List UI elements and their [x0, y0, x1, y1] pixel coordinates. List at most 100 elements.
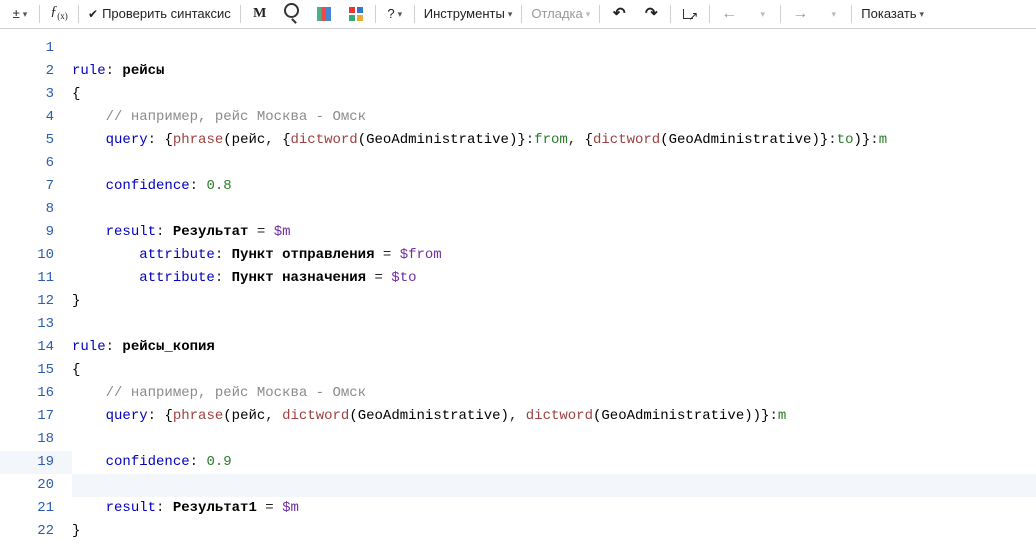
separator [521, 5, 522, 23]
help-button[interactable]: ?▾ [379, 2, 411, 26]
palette2-button[interactable] [340, 2, 372, 26]
number: 0.8 [206, 178, 231, 194]
linespacing-button[interactable]: ±▾ [4, 2, 36, 26]
search-icon [284, 2, 299, 26]
brace: { [72, 362, 80, 378]
separator [240, 5, 241, 23]
show-label: Показать [861, 2, 916, 26]
keyword: confidence [106, 454, 190, 470]
redo-button[interactable]: ↷ [635, 2, 667, 26]
check-syntax-button[interactable]: Проверить синтаксис [82, 2, 237, 26]
fx-icon: ƒ(x) [50, 0, 68, 28]
separator [780, 5, 781, 23]
arrow-left-icon: ← [721, 2, 737, 26]
m-icon: M [253, 2, 266, 26]
morphology-button[interactable]: M [244, 2, 276, 26]
fx-button[interactable]: ƒ(x) [43, 2, 75, 26]
keyword: confidence [106, 178, 190, 194]
brace: } [72, 293, 80, 309]
attr-name: Пункт отправления [232, 247, 375, 263]
help-icon: ? [387, 2, 394, 26]
line-number: 22 [0, 520, 72, 543]
separator [851, 5, 852, 23]
nav-forward-button[interactable]: → [784, 2, 816, 26]
result-name: Результат [173, 224, 249, 240]
undo-button[interactable]: ↶ [603, 2, 635, 26]
palette1-button[interactable] [308, 2, 340, 26]
separator [39, 5, 40, 23]
comment: // например, рейс Москва - Омск [106, 109, 366, 125]
line-number: 9 [0, 221, 72, 244]
variable: $m [282, 500, 299, 516]
keyword: result [106, 500, 156, 516]
result-name: Результат1 [173, 500, 257, 516]
line-number: 14 [0, 336, 72, 359]
variable: $to [391, 270, 416, 286]
columns-icon [317, 7, 331, 21]
nav-forward-dropdown[interactable]: ▾ [816, 2, 848, 26]
keyword: query [106, 132, 148, 148]
redo-icon: ↷ [645, 2, 658, 26]
debug-label: Отладка [531, 2, 582, 26]
keyword: query [106, 408, 148, 424]
undo-icon: ↶ [613, 2, 626, 26]
line-number: 3 [0, 83, 72, 106]
open-external-button[interactable] [674, 2, 706, 26]
brace: } [72, 523, 80, 539]
line-number: 20 [0, 474, 72, 497]
line-number: 15 [0, 359, 72, 382]
arrow-right-icon: → [792, 2, 808, 26]
plus-minus-icon: ± [13, 2, 20, 26]
separator [375, 5, 376, 23]
tools-menu[interactable]: Инструменты▾ [418, 2, 519, 26]
external-icon [683, 7, 697, 21]
code-area[interactable]: rule: рейсы { // например, рейс Москва -… [72, 29, 1036, 548]
find-button[interactable] [276, 2, 308, 26]
func: phrase [173, 408, 223, 424]
line-number: 17 [0, 405, 72, 428]
attr-name: Пункт назначения [232, 270, 366, 286]
tools-label: Инструменты [424, 2, 505, 26]
variable: $m [274, 224, 291, 240]
separator [599, 5, 600, 23]
line-number: 4 [0, 106, 72, 129]
line-gutter: 12345678910111213141516171819202122 [0, 29, 72, 548]
keyword: attribute [139, 247, 215, 263]
nav-back-dropdown[interactable]: ▾ [745, 2, 777, 26]
func: phrase [173, 132, 223, 148]
line-number: 12 [0, 290, 72, 313]
show-menu[interactable]: Показать▾ [855, 2, 930, 26]
line-number: 10 [0, 244, 72, 267]
line-number: 16 [0, 382, 72, 405]
line-number: 11 [0, 267, 72, 290]
line-number: 18 [0, 428, 72, 451]
line-number: 19 [0, 451, 72, 474]
line-number: 8 [0, 198, 72, 221]
rule-name: рейсы_копия [122, 339, 214, 355]
keyword: rule [72, 339, 106, 355]
rule-name: рейсы [122, 63, 164, 79]
keyword: rule [72, 63, 106, 79]
toolbar: ±▾ ƒ(x) Проверить синтаксис M ?▾ Инструм… [0, 0, 1036, 29]
nav-back-button[interactable]: ← [713, 2, 745, 26]
separator [670, 5, 671, 23]
line-number: 5 [0, 129, 72, 152]
keyword: attribute [139, 270, 215, 286]
debug-menu[interactable]: Отладка▾ [525, 2, 596, 26]
number: 0.9 [206, 454, 231, 470]
line-number: 1 [0, 37, 72, 60]
separator [78, 5, 79, 23]
line-number: 7 [0, 175, 72, 198]
variable: $from [400, 247, 442, 263]
comment: // например, рейс Москва - Омск [106, 385, 366, 401]
line-number: 13 [0, 313, 72, 336]
grid-icon [349, 7, 363, 21]
separator [414, 5, 415, 23]
keyword: result [106, 224, 156, 240]
brace: { [72, 86, 80, 102]
line-number: 6 [0, 152, 72, 175]
code-editor[interactable]: 12345678910111213141516171819202122 rule… [0, 29, 1036, 548]
separator [709, 5, 710, 23]
line-number: 21 [0, 497, 72, 520]
line-number: 2 [0, 60, 72, 83]
